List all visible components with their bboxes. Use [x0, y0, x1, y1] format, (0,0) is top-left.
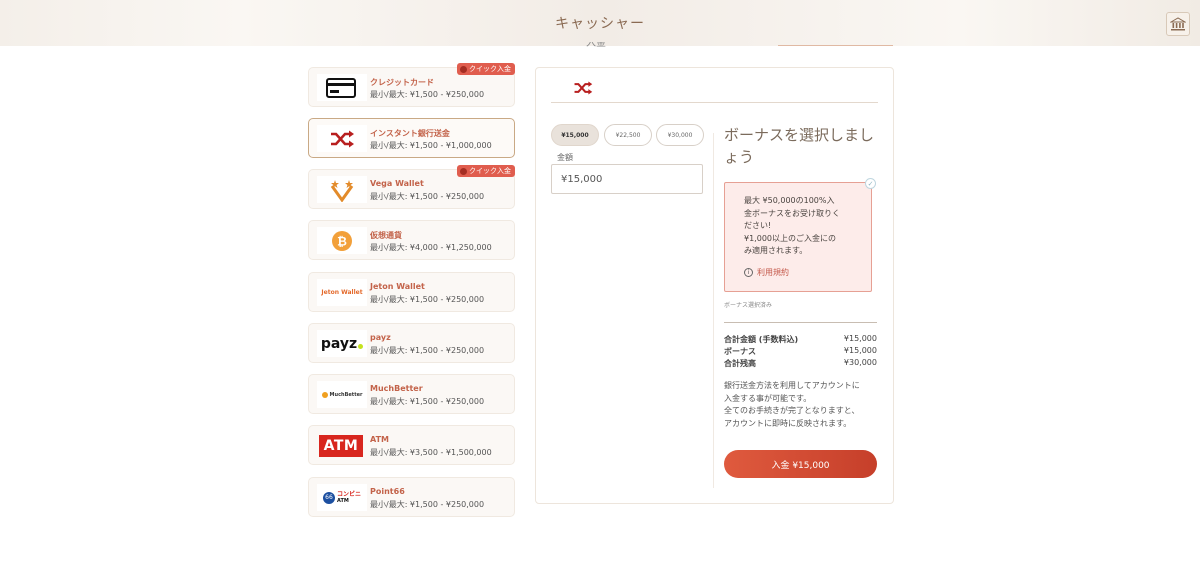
- method-range: 最小/最大: ¥1,500 - ¥250,000: [370, 500, 485, 509]
- payz-icon: payz: [317, 330, 367, 357]
- vega-wallet-icon: [317, 176, 367, 203]
- method-range: 最小/最大: ¥1,500 - ¥250,000: [370, 397, 485, 406]
- muchbetter-icon: MuchBetter: [317, 381, 367, 408]
- method-jeton-wallet[interactable]: Jeton Wallet Jeton Wallet 最小/最大: ¥1,500 …: [308, 272, 515, 312]
- jeton-icon: Jeton Wallet: [317, 279, 367, 306]
- bonus-option-card[interactable]: ✓ 最大 ¥50,000の100%入 金ボーナスをお受け取りく ださい! ¥1,…: [724, 178, 876, 292]
- divider: [551, 102, 878, 103]
- payz-dot: [358, 344, 364, 349]
- flash-icon: [460, 167, 467, 175]
- check-icon: ✓: [865, 178, 876, 189]
- atm-icon: ATM: [319, 435, 363, 457]
- method-name: MuchBetter: [370, 384, 423, 393]
- method-name: Vega Wallet: [370, 179, 424, 188]
- deposit-panel: ¥15,000 ¥22,500 ¥30,000 金額 ¥15,000 ボーナスを…: [535, 67, 894, 504]
- method-point66[interactable]: 66 コンビニ ATM Point66 最小/最大: ¥1,500 - ¥250…: [308, 477, 515, 517]
- amount-chip-2[interactable]: ¥22,500: [604, 124, 652, 146]
- bitcoin-icon: ₿: [317, 227, 367, 254]
- page-title: キャッシャー: [555, 16, 645, 32]
- method-range: 最小/最大: ¥1,500 - ¥1,000,000: [370, 141, 492, 150]
- route66-icon: 66: [322, 491, 335, 504]
- method-vega-wallet[interactable]: Vega Wallet 最小/最大: ¥1,500 - ¥250,000 クイッ…: [308, 165, 515, 209]
- method-credit-card[interactable]: クレジットカード 最小/最大: ¥1,500 - ¥250,000 クイック入金: [308, 63, 515, 107]
- method-name: 仮想通貨: [370, 231, 402, 240]
- bonus-description: 最大 ¥50,000の100%入 金ボーナスをお受け取りく ださい! ¥1,00…: [744, 196, 840, 255]
- bonus-status: ボーナス選択済み: [724, 302, 773, 309]
- info-icon: i: [744, 268, 753, 277]
- column-divider: [713, 133, 714, 488]
- shuffle-icon: [317, 125, 367, 152]
- bank-button[interactable]: [1166, 12, 1190, 36]
- terms-link[interactable]: i 利用規約: [744, 267, 789, 278]
- svg-text:₿: ₿: [337, 234, 347, 248]
- method-atm[interactable]: ATM ATM 最小/最大: ¥3,500 - ¥1,500,000: [308, 425, 515, 465]
- method-range: 最小/最大: ¥1,500 - ¥250,000: [370, 295, 485, 304]
- amount-input[interactable]: ¥15,000: [551, 164, 703, 194]
- point66-icon: 66 コンビニ ATM: [317, 484, 367, 511]
- muchbetter-dot: [321, 391, 328, 398]
- method-range: 最小/最大: ¥1,500 - ¥250,000: [370, 192, 485, 201]
- method-range: 最小/最大: ¥1,500 - ¥250,000: [370, 90, 485, 99]
- bonus-heading: ボーナスを選択しましょう: [724, 126, 875, 166]
- deposit-button[interactable]: 入金 ¥15,000: [724, 450, 877, 478]
- method-muchbetter[interactable]: MuchBetter MuchBetter 最小/最大: ¥1,500 - ¥2…: [308, 374, 515, 414]
- method-range: 最小/最大: ¥1,500 - ¥250,000: [370, 346, 485, 355]
- credit-card-icon: [317, 74, 367, 101]
- quick-deposit-badge: クイック入金: [457, 165, 515, 177]
- bank-icon: [1170, 17, 1186, 31]
- method-crypto[interactable]: ₿ 仮想通貨 最小/最大: ¥4,000 - ¥1,250,000: [308, 220, 515, 260]
- quick-deposit-badge: クイック入金: [457, 63, 515, 75]
- method-range: 最小/最大: ¥3,500 - ¥1,500,000: [370, 448, 492, 457]
- cashier-header: キャッシャー: [0, 0, 1200, 46]
- method-name: Point66: [370, 487, 405, 496]
- deposit-tab-peek: 入金: [586, 42, 606, 48]
- flash-icon: [460, 65, 467, 73]
- method-name: インスタント銀行送金: [370, 129, 450, 138]
- method-name: クレジットカード: [370, 78, 434, 87]
- amount-chip-3[interactable]: ¥30,000: [656, 124, 704, 146]
- method-description: 銀行送金方法を利用してアカウントに 入金する事が可能です。 全てのお手続きが完了…: [724, 381, 860, 428]
- method-name: payz: [370, 333, 391, 342]
- amount-label: 金額: [557, 153, 573, 162]
- method-instant-bank-transfer[interactable]: インスタント銀行送金 最小/最大: ¥1,500 - ¥1,000,000: [308, 118, 515, 158]
- method-name: Jeton Wallet: [370, 282, 425, 291]
- method-name: ATM: [370, 435, 389, 444]
- method-payz[interactable]: payz payz 最小/最大: ¥1,500 - ¥250,000: [308, 323, 515, 363]
- shuffle-icon: [573, 80, 593, 100]
- summary-divider: [724, 322, 877, 323]
- amount-chip-1[interactable]: ¥15,000: [551, 124, 599, 146]
- method-range: 最小/最大: ¥4,000 - ¥1,250,000: [370, 243, 492, 252]
- tab-underline: [778, 45, 893, 46]
